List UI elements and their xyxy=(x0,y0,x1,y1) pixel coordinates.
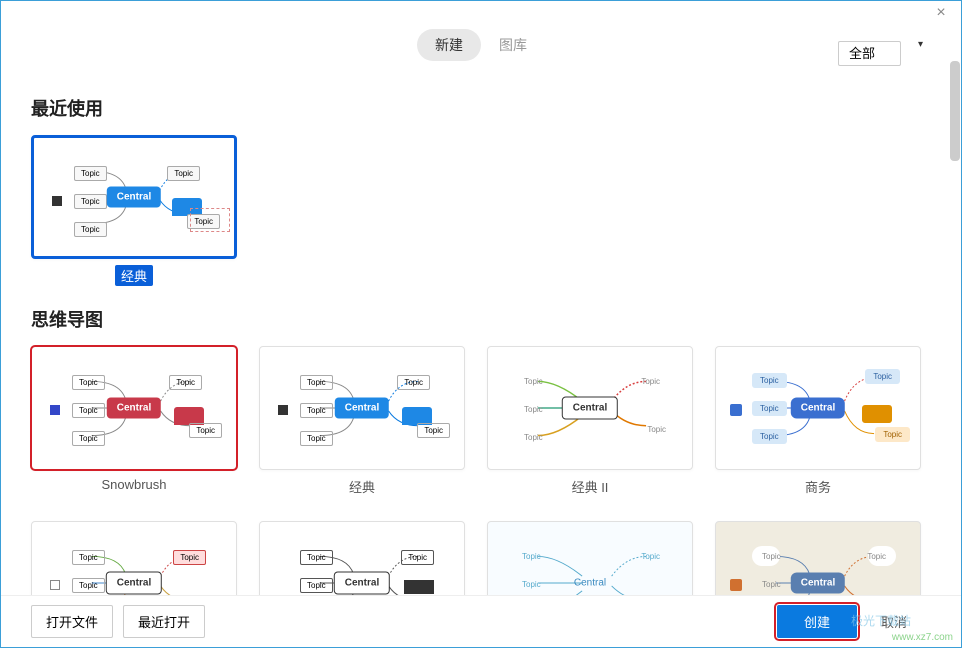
template-card[interactable]: Topic Topic Topic Central Topic Topic 经典 xyxy=(259,346,465,497)
footer: 打开文件 最近打开 创建 取消 xyxy=(1,595,961,647)
close-button[interactable]: × xyxy=(929,1,953,25)
header: 新建 图库 全部 xyxy=(1,25,961,65)
preview-classic-selected: Topic Topic Topic Central Topic Topic xyxy=(31,135,237,259)
template-card[interactable]: Topic Topic Topic Central Topic Topic xyxy=(259,521,465,601)
template-card[interactable]: Topic Topic Topic Central Topic Topic 经典 xyxy=(31,135,237,286)
template-card[interactable]: Topic Topic Topic Central Topic Topic xyxy=(715,521,921,601)
filter-select[interactable]: 全部 xyxy=(838,41,901,66)
open-file-button[interactable]: 打开文件 xyxy=(31,605,113,638)
recent-grid: Topic Topic Topic Central Topic Topic 经典 xyxy=(31,135,931,286)
preview-style7: Topic Topic Topic Central Topic Topic xyxy=(487,521,693,601)
preview-style6: Topic Topic Topic Central Topic Topic xyxy=(259,521,465,601)
preview-classic-ii: Topic Topic Topic Central Topic Topic xyxy=(487,346,693,470)
template-card[interactable]: Topic Topic Topic Central Topic Topic 经典… xyxy=(487,346,693,497)
scrollbar[interactable] xyxy=(950,61,960,161)
top-tabs: 新建 图库 xyxy=(417,29,545,61)
template-card[interactable]: Topic Topic Topic Central Topic Topic 商务 xyxy=(715,346,921,497)
content: 最近使用 Topic Topic Topic Central xyxy=(1,65,961,601)
mindmap-grid: Topic Topic Topic Central Topic Topic Sn… xyxy=(31,346,931,601)
tab-library[interactable]: 图库 xyxy=(481,29,545,61)
preview-style5: Topic Topic Topic Central Topic Topic xyxy=(31,521,237,601)
template-card[interactable]: Topic Topic Topic Central Topic Topic Sn… xyxy=(31,346,237,497)
preview-business: Topic Topic Topic Central Topic Topic xyxy=(715,346,921,470)
template-card[interactable]: Topic Topic Topic Central Topic Topic xyxy=(31,521,237,601)
template-card[interactable]: Topic Topic Topic Central Topic Topic xyxy=(487,521,693,601)
template-label: 经典 II xyxy=(566,476,615,497)
template-label: 经典 xyxy=(343,476,381,497)
section-mindmap-title: 思维导图 xyxy=(31,306,931,332)
section-recent-title: 最近使用 xyxy=(31,95,931,121)
template-label: 商务 xyxy=(799,476,837,497)
watermark-name: 极光下载站 xyxy=(851,612,911,629)
tab-new[interactable]: 新建 xyxy=(417,29,481,61)
preview-snowbrush: Topic Topic Topic Central Topic Topic xyxy=(31,346,237,470)
preview-classic: Topic Topic Topic Central Topic Topic xyxy=(259,346,465,470)
create-button[interactable]: 创建 xyxy=(777,605,857,638)
template-label: Snowbrush xyxy=(95,476,172,493)
template-label: 经典 xyxy=(115,265,153,286)
watermark-site: www.xz7.com xyxy=(892,632,953,643)
recent-open-button[interactable]: 最近打开 xyxy=(123,605,205,638)
titlebar: × xyxy=(1,1,961,25)
preview-style8: Topic Topic Topic Central Topic Topic xyxy=(715,521,921,601)
